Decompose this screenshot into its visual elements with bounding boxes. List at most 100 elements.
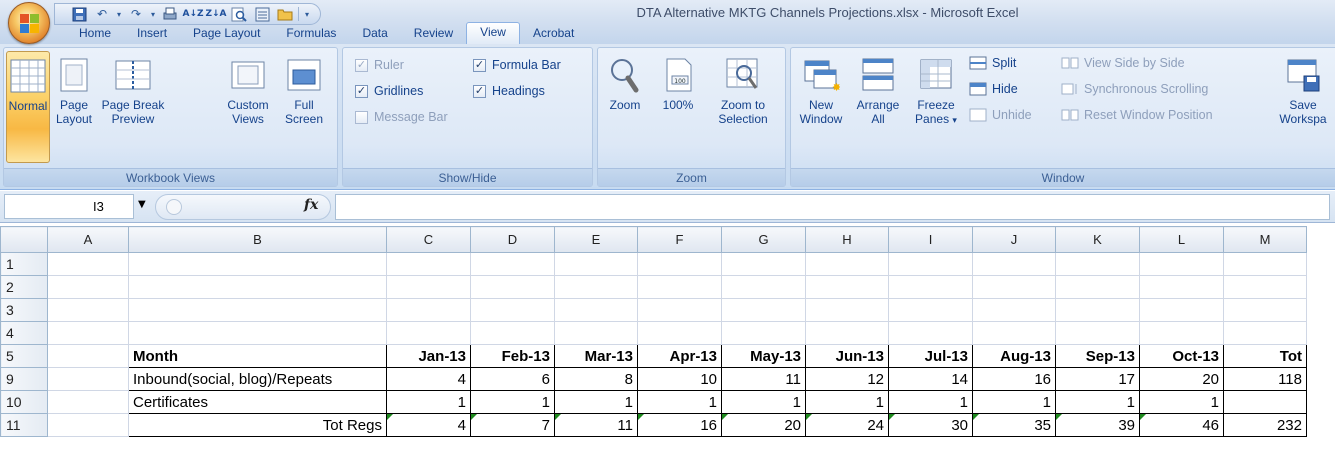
- cell[interactable]: 17: [1055, 367, 1140, 391]
- cell[interactable]: [1223, 252, 1307, 276]
- cell[interactable]: [805, 275, 889, 299]
- cell[interactable]: [1223, 275, 1307, 299]
- cell[interactable]: [637, 321, 722, 345]
- cell[interactable]: 4: [386, 367, 471, 391]
- select-all-corner[interactable]: [0, 226, 48, 253]
- cell[interactable]: [888, 252, 973, 276]
- cell[interactable]: [637, 275, 722, 299]
- cell[interactable]: [805, 321, 889, 345]
- cell[interactable]: [470, 298, 555, 322]
- cell[interactable]: [47, 413, 129, 437]
- cell[interactable]: [805, 252, 889, 276]
- cell[interactable]: [554, 321, 638, 345]
- ruler-checkbox[interactable]: ✓ Ruler: [355, 58, 404, 72]
- tab-review[interactable]: Review: [401, 24, 466, 44]
- row-header[interactable]: 10: [0, 390, 48, 414]
- cell[interactable]: [554, 298, 638, 322]
- name-box-dropdown-icon[interactable]: ▼: [138, 199, 146, 210]
- cell[interactable]: [1139, 321, 1224, 345]
- cell[interactable]: Mar-13: [554, 344, 638, 368]
- cell[interactable]: Certificates: [128, 390, 387, 414]
- save-workspace-button[interactable]: Save Workspa: [1271, 51, 1335, 163]
- cell[interactable]: 1: [1055, 390, 1140, 414]
- cell[interactable]: Jun-13: [805, 344, 889, 368]
- row-header[interactable]: 3: [0, 298, 48, 322]
- insert-function-icon[interactable]: fx: [304, 197, 318, 213]
- tab-home[interactable]: Home: [66, 24, 124, 44]
- cell[interactable]: [386, 252, 471, 276]
- zoom-to-selection-button[interactable]: Zoom to Selection: [708, 51, 778, 163]
- new-window-button[interactable]: ✸ New Window: [793, 51, 849, 163]
- tab-acrobat[interactable]: Acrobat: [520, 24, 587, 44]
- cell[interactable]: Feb-13: [470, 344, 555, 368]
- page-layout-button[interactable]: Page Layout: [52, 51, 96, 163]
- tab-view[interactable]: View: [466, 22, 520, 44]
- headings-checkbox[interactable]: ✓ Headings: [473, 84, 545, 98]
- cell[interactable]: 16: [637, 413, 722, 437]
- cell[interactable]: Oct-13: [1139, 344, 1224, 368]
- cell[interactable]: [47, 367, 129, 391]
- cell[interactable]: [1223, 390, 1307, 414]
- cell[interactable]: 1: [805, 390, 889, 414]
- cell[interactable]: 1: [972, 390, 1056, 414]
- column-header[interactable]: D: [470, 226, 555, 253]
- cell[interactable]: [47, 390, 129, 414]
- cell[interactable]: [47, 344, 129, 368]
- cell[interactable]: [470, 252, 555, 276]
- cell[interactable]: Sep-13: [1055, 344, 1140, 368]
- cell[interactable]: 118: [1223, 367, 1307, 391]
- split-button[interactable]: Split: [969, 56, 1016, 70]
- cell[interactable]: [805, 298, 889, 322]
- synchronous-scrolling-button[interactable]: Synchronous Scrolling: [1061, 82, 1208, 96]
- row-header[interactable]: 1: [0, 252, 48, 276]
- freeze-panes-button[interactable]: Freeze Panes ▾: [907, 51, 965, 163]
- cell[interactable]: May-13: [721, 344, 806, 368]
- cell[interactable]: 8: [554, 367, 638, 391]
- cell[interactable]: 46: [1139, 413, 1224, 437]
- cell[interactable]: [1139, 252, 1224, 276]
- row-header[interactable]: 5: [0, 344, 48, 368]
- cell[interactable]: [554, 252, 638, 276]
- cell[interactable]: 39: [1055, 413, 1140, 437]
- cell[interactable]: 20: [721, 413, 806, 437]
- cell[interactable]: [1139, 275, 1224, 299]
- cell[interactable]: [1055, 321, 1140, 345]
- cell[interactable]: 1: [554, 390, 638, 414]
- cell[interactable]: [47, 298, 129, 322]
- cell[interactable]: [1055, 298, 1140, 322]
- cell[interactable]: Jul-13: [888, 344, 973, 368]
- cell[interactable]: [470, 275, 555, 299]
- arrange-all-button[interactable]: Arrange All: [851, 51, 905, 163]
- cell[interactable]: [470, 321, 555, 345]
- cell[interactable]: 12: [805, 367, 889, 391]
- cell[interactable]: 11: [554, 413, 638, 437]
- cell[interactable]: [721, 298, 806, 322]
- cell[interactable]: 7: [470, 413, 555, 437]
- column-header[interactable]: B: [128, 226, 387, 253]
- cell[interactable]: [1055, 252, 1140, 276]
- cell[interactable]: [386, 321, 471, 345]
- cell[interactable]: [972, 298, 1056, 322]
- cell[interactable]: [128, 275, 387, 299]
- message-bar-checkbox[interactable]: Message Bar: [355, 110, 448, 124]
- cell[interactable]: [1223, 298, 1307, 322]
- cell[interactable]: [47, 252, 129, 276]
- cell[interactable]: Tot Regs: [128, 413, 387, 437]
- cell[interactable]: 24: [805, 413, 889, 437]
- cell[interactable]: Inbound(social, blog)/Repeats: [128, 367, 387, 391]
- cell[interactable]: 11: [721, 367, 806, 391]
- cell[interactable]: [386, 298, 471, 322]
- tab-insert[interactable]: Insert: [124, 24, 180, 44]
- cell[interactable]: Jan-13: [386, 344, 471, 368]
- column-header[interactable]: L: [1139, 226, 1224, 253]
- cell[interactable]: 1: [470, 390, 555, 414]
- cell[interactable]: 1: [637, 390, 722, 414]
- tab-data[interactable]: Data: [349, 24, 400, 44]
- cell[interactable]: [637, 252, 722, 276]
- cell[interactable]: [888, 321, 973, 345]
- cell[interactable]: [972, 252, 1056, 276]
- formula-input[interactable]: [335, 194, 1330, 220]
- column-header[interactable]: H: [805, 226, 889, 253]
- cell[interactable]: [128, 321, 387, 345]
- cell[interactable]: [47, 275, 129, 299]
